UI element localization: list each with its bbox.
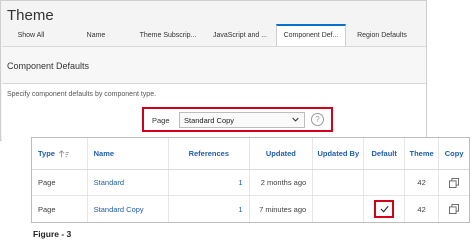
tab-component-defaults[interactable]: Component Def... bbox=[276, 24, 346, 46]
tab-show-all[interactable]: Show All bbox=[2, 26, 60, 46]
tab-theme-subscription[interactable]: Theme Subscrip... bbox=[132, 26, 204, 46]
page-select-highlight: Page Standard Copy ? bbox=[142, 107, 333, 132]
component-defaults-table: Type Name References Updated Updated By … bbox=[31, 137, 470, 223]
cell-references-link[interactable]: 1 bbox=[169, 170, 250, 195]
tab-bar: Show All Name Theme Subscrip... JavaScri… bbox=[2, 22, 426, 46]
page-select-label: Page bbox=[152, 116, 170, 125]
table-row: Page Standard 1 2 months ago 42 bbox=[32, 170, 469, 196]
table-header-row: Type Name References Updated Updated By … bbox=[32, 138, 469, 170]
section-body: Specify component defaults by component … bbox=[2, 84, 426, 141]
cell-default bbox=[364, 170, 405, 195]
default-highlight bbox=[374, 200, 395, 218]
cell-name-link[interactable]: Standard Copy bbox=[88, 196, 170, 222]
tab-javascript-and-css[interactable]: JavaScript and ... bbox=[204, 26, 276, 46]
sort-ascending-icon bbox=[58, 149, 69, 157]
cell-updated: 2 months ago bbox=[250, 170, 314, 195]
column-header-updated[interactable]: Updated bbox=[250, 138, 314, 169]
cell-theme: 42 bbox=[405, 170, 440, 195]
column-header-updated-by[interactable]: Updated By bbox=[313, 138, 365, 169]
column-header-type[interactable]: Type bbox=[32, 138, 88, 169]
column-header-name[interactable]: Name bbox=[88, 138, 170, 169]
cell-type: Page bbox=[32, 170, 88, 195]
section-description: Specify component defaults by component … bbox=[7, 91, 157, 98]
cell-default bbox=[364, 196, 405, 222]
page-select[interactable]: Standard Copy bbox=[179, 112, 305, 128]
tab-name[interactable]: Name bbox=[60, 26, 132, 46]
column-header-type-label: Type bbox=[38, 149, 55, 158]
section-title: Component Defaults bbox=[7, 61, 90, 71]
column-header-copy[interactable]: Copy bbox=[439, 138, 469, 169]
copy-icon[interactable] bbox=[449, 177, 460, 188]
column-header-theme[interactable]: Theme bbox=[405, 138, 440, 169]
cell-copy bbox=[439, 196, 469, 222]
section-header: Component Defaults bbox=[2, 46, 426, 84]
tab-region-defaults[interactable]: Region Defaults bbox=[346, 26, 418, 46]
cell-theme: 42 bbox=[405, 196, 440, 222]
theme-panel: Theme Show All Name Theme Subscrip... Ja… bbox=[0, 0, 427, 141]
figure-caption: Figure - 3 bbox=[33, 229, 72, 239]
cell-type: Page bbox=[32, 196, 88, 222]
page-select-value: Standard Copy bbox=[184, 116, 235, 125]
cell-references-link[interactable]: 1 bbox=[169, 196, 250, 222]
cell-name-link[interactable]: Standard bbox=[88, 170, 170, 195]
help-icon[interactable]: ? bbox=[311, 113, 324, 126]
copy-icon[interactable] bbox=[449, 204, 460, 214]
column-header-references[interactable]: References bbox=[169, 138, 250, 169]
cell-updated-by bbox=[313, 170, 365, 195]
cell-copy bbox=[439, 170, 469, 195]
cell-updated-by bbox=[313, 196, 365, 222]
checkmark-icon bbox=[380, 205, 389, 213]
chevron-down-icon bbox=[292, 117, 299, 122]
cell-updated: 7 minutes ago bbox=[250, 196, 314, 222]
table-row: Page Standard Copy 1 7 minutes ago 42 bbox=[32, 196, 469, 222]
column-header-default[interactable]: Default bbox=[364, 138, 405, 169]
